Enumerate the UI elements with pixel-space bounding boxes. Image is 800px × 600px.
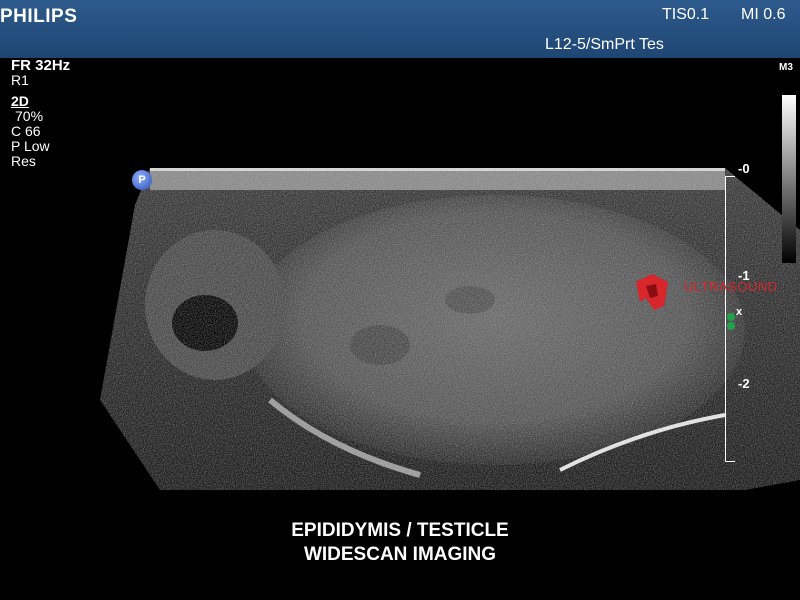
mechanical-index: MI 0.6	[741, 6, 786, 23]
compression-value: C 66	[11, 123, 41, 139]
resolution-label: Res	[11, 153, 36, 169]
ultrasound-image	[100, 168, 800, 490]
gain-value: 70%	[15, 108, 44, 124]
focus-marker-bottom	[727, 322, 735, 330]
grayscale-bar	[782, 95, 796, 263]
caption-line-2: WIDESCAN IMAGING	[303, 544, 497, 565]
ultrasound-logo-icon	[636, 274, 668, 310]
probe-orientation-marker: P	[132, 170, 152, 190]
frame-rate: FR 32Hz	[11, 57, 71, 74]
mode-label: 2D	[11, 93, 29, 109]
imaging-parameters: FR 32Hz R1 2D 70% C 66 P Low Res	[11, 58, 70, 169]
focus-marker-top	[727, 313, 735, 321]
depth-scale-cap-bottom	[725, 461, 735, 462]
watermark-text: ULTRASOUND	[684, 279, 778, 294]
probe-preset: L12-5/SmPrt Tes	[545, 36, 664, 53]
map-label: M3	[779, 62, 793, 73]
caption-line-1: EPIDIDYMIS / TESTICLE	[291, 520, 509, 541]
depth-scale-cap-top	[725, 176, 735, 177]
depth-tick-0: -0	[738, 161, 750, 176]
brand-logo: PHILIPS	[0, 6, 78, 27]
cursor-x-mark: x	[736, 306, 743, 318]
persistence-value: P Low	[11, 138, 50, 154]
thermal-index: TIS0.1	[662, 6, 710, 23]
depth-tick-2: -2	[738, 376, 750, 391]
r-value: R1	[11, 72, 29, 88]
depth-scale-line	[725, 176, 726, 462]
header-bar: PHILIPS TIS0.1 MI 0.6 L12-5/SmPrt Tes	[0, 0, 800, 58]
